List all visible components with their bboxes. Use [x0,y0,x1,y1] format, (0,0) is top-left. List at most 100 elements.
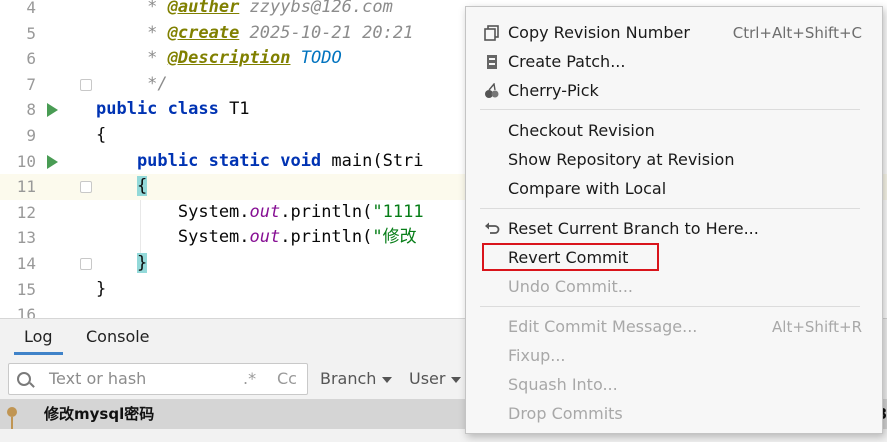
code-token: @create [167,22,240,43]
user-filter-label: User [409,369,446,388]
code-text: */ [96,72,168,98]
menu-item-label: Reset Current Branch to Here... [508,219,759,238]
line-number: 6 [26,49,36,69]
menu-item-squash-into: Squash Into... [466,371,882,399]
code-text: { [96,123,106,149]
code-token: public static void [96,150,332,171]
menu-item-label: Edit Commit Message... [508,317,698,336]
branch-filter-label: Branch [320,369,377,388]
menu-item-label: Fixup... [508,346,566,365]
code-token: 2025-10-21 20:21 [239,22,414,43]
line-number: 5 [26,23,36,43]
code-token: T1 [229,99,250,120]
line-number: 13 [16,228,36,248]
copy-icon [484,25,500,41]
code-token: * [96,48,168,69]
code-token: @Description [167,48,291,69]
line-number: 12 [16,202,36,222]
commit-graph-line [11,417,13,429]
search-icon [17,372,31,386]
code-token: System. [96,201,250,222]
line-number: 16 [16,305,36,318]
user-filter-dropdown[interactable]: User [409,363,462,395]
code-text: System.out.println("1111 [96,200,424,226]
search-input[interactable]: Text or hash .* Cc [8,363,308,395]
menu-separator [480,109,860,110]
menu-item-label: Drop Commits [508,404,623,423]
menu-item-label: Cherry-Pick [508,81,599,100]
code-token: * [96,0,168,17]
menu-item-drop-commits: Drop Commits [466,400,882,428]
menu-item-create-patch[interactable]: Create Patch... [466,48,882,76]
menu-item-label: Copy Revision Number [508,23,690,42]
menu-item-label: Show Repository at Revision [508,150,735,169]
chevron-down-icon [382,376,393,383]
line-number: 11 [16,177,36,197]
line-number: 7 [26,74,36,94]
match-case-toggle-button[interactable]: Cc [277,364,297,394]
code-token: TODO [300,48,342,69]
code-text: public static void main(Stri [96,149,424,175]
code-token: { [96,125,107,145]
patch-icon [484,54,500,70]
context-menu: Copy Revision Number Ctrl+Alt+Shift+C Crea… [465,6,883,434]
code-token: @auther [167,0,240,17]
regex-toggle-button[interactable]: .* [243,364,256,394]
menu-item-label: Create Patch... [508,52,626,71]
run-gutter-icon[interactable] [47,154,58,169]
code-text: { [96,174,148,200]
search-placeholder: Text or hash [49,369,147,388]
line-number: 15 [16,279,36,299]
fold-icon[interactable] [80,181,92,194]
line-number: 4 [26,0,36,17]
menu-item-cherry-pick[interactable]: Cherry-Pick [466,77,882,105]
code-text: System.out.println("修改 [96,225,417,251]
fold-icon[interactable] [80,78,92,91]
code-token: out [249,227,281,248]
tab-log[interactable]: Log [14,319,63,355]
code-text: * @Description TODO [96,46,342,72]
code-token: .println( [280,227,373,248]
line-number: 14 [16,254,36,273]
code-token: System. [96,227,250,248]
menu-item-label: Checkout Revision [508,121,655,140]
code-token: zzyybs@126.com [239,0,393,17]
menu-item-checkout-revision[interactable]: Checkout Revision [466,117,882,145]
run-gutter-icon[interactable] [47,103,58,118]
code-text: * @auther zzyybs@126.com [96,0,393,21]
code-token: out [249,201,281,222]
commit-node-icon [7,407,17,417]
menu-item-label: Compare with Local [508,179,667,198]
code-text: } [96,277,106,303]
code-token: "修改 [372,227,417,248]
line-number: 8 [26,100,36,120]
branch-filter-dropdown[interactable]: Branch [320,363,393,395]
menu-item-show-repository-at-revision[interactable]: Show Repository at Revision [466,146,882,174]
code-token: } [96,278,107,299]
menu-item-compare-with-local[interactable]: Compare with Local [466,175,882,203]
cherry-icon [484,82,500,99]
code-token: .println( [280,201,373,222]
tab-console[interactable]: Console [76,319,160,355]
code-token: */ [96,73,168,94]
menu-item-shortcut: Alt+Shift+R [772,318,862,336]
menu-separator [480,306,860,307]
fold-icon[interactable] [80,258,92,270]
code-token: main(Stri [331,150,424,171]
code-text: public class T1 [96,97,250,123]
code-token: } [136,253,148,273]
commit-message: 修改mysql密码 [44,405,155,423]
code-token: "1111 [372,201,424,222]
menu-item-reset-current-branch-to-here[interactable]: Reset Current Branch to Here... [466,215,882,243]
menu-item-undo-commit: Undo Commit... [466,273,882,301]
code-token: { [136,176,148,197]
menu-item-edit-commit-message: Edit Commit Message... Alt+Shift+R [466,313,882,341]
code-text: } [96,251,148,277]
reset-icon [484,221,500,237]
menu-item-fixup: Fixup... [466,342,882,370]
code-text: * @create 2025-10-21 20:21 [96,21,413,47]
menu-item-copy-revision-number[interactable]: Copy Revision Number Ctrl+Alt+Shift+C [466,19,882,47]
